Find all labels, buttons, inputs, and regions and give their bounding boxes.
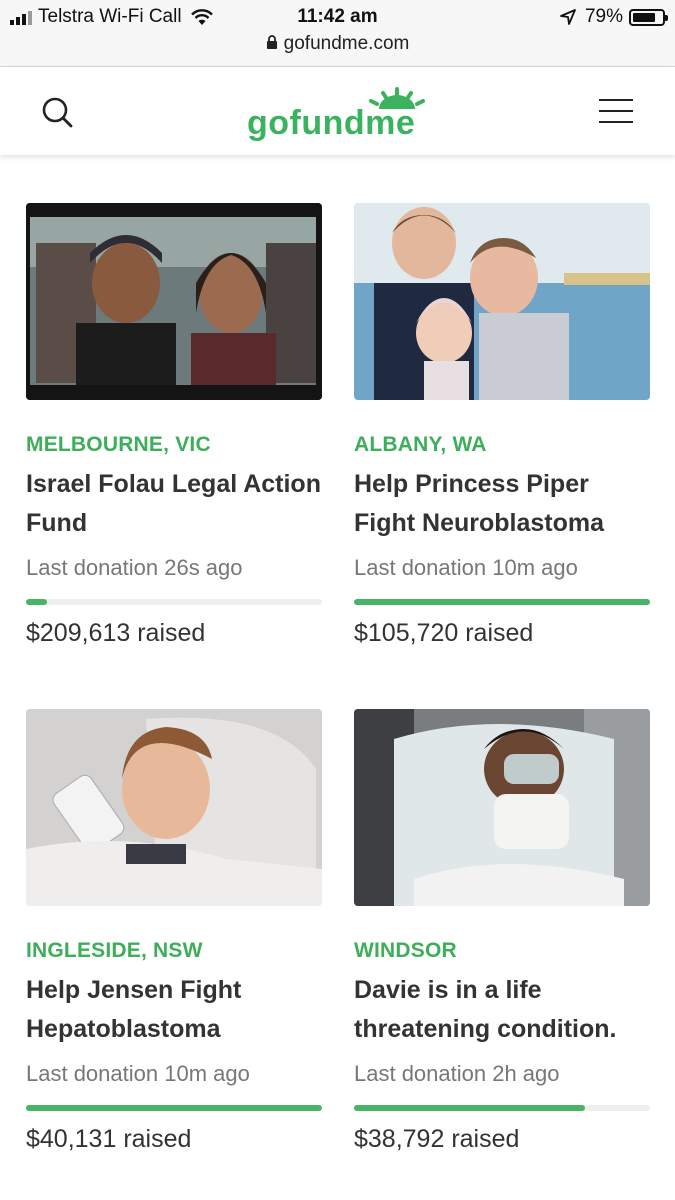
campaign-photo — [26, 203, 322, 400]
lock-icon — [266, 35, 277, 49]
battery-percent: 79% — [584, 6, 623, 27]
campaign-image[interactable] — [26, 203, 322, 400]
progress-bar — [354, 1105, 650, 1111]
last-donation: Last donation 10m ago — [354, 555, 578, 580]
logo-text: gofundme — [247, 104, 416, 142]
status-bar: Telstra Wi-Fi Call 11:42 am 79% gofundme… — [0, 0, 675, 67]
url-text: gofundme.com — [283, 33, 410, 54]
amount-raised: $209,613 raised — [26, 619, 206, 647]
progress-bar — [26, 599, 322, 605]
campaign-title[interactable]: Israel Folau Legal Action Fund — [26, 465, 322, 543]
campaign-photo — [354, 203, 650, 400]
amount-raised: $105,720 raised — [354, 619, 534, 647]
amount-raised: $38,792 raised — [354, 1125, 520, 1153]
campaign-location: ALBANY, WA — [354, 433, 487, 456]
campaign-image[interactable] — [354, 709, 650, 906]
search-icon — [42, 97, 73, 128]
amount-raised: $40,131 raised — [26, 1125, 192, 1153]
gofundme-logo[interactable]: gofundme — [247, 87, 437, 147]
campaign-image[interactable] — [26, 709, 322, 906]
location-arrow-icon — [560, 9, 576, 25]
campaign-card[interactable]: MELBOURNE, VIC Israel Folau Legal Action… — [26, 203, 322, 648]
campaign-card[interactable]: WINDSOR Davie is in a life threatening c… — [354, 709, 650, 1154]
last-donation: Last donation 26s ago — [26, 555, 243, 580]
last-donation: Last donation 10m ago — [26, 1061, 250, 1086]
campaign-photo — [26, 709, 322, 906]
campaign-title[interactable]: Help Princess Piper Fight Neuroblastoma — [354, 465, 650, 543]
menu-button[interactable] — [599, 99, 633, 125]
battery-icon — [629, 8, 668, 26]
progress-bar — [354, 599, 650, 605]
battery-area: 79% — [559, 6, 668, 28]
campaign-image[interactable] — [354, 203, 650, 400]
progress-bar — [26, 1105, 322, 1111]
last-donation: Last donation 2h ago — [354, 1061, 560, 1086]
campaign-card[interactable]: INGLESIDE, NSW Help Jensen Fight Hepatob… — [26, 709, 322, 1154]
campaign-location: WINDSOR — [354, 939, 457, 962]
address-bar[interactable]: gofundme.com — [0, 33, 675, 55]
campaign-title[interactable]: Help Jensen Fight Hepatoblastoma — [26, 971, 322, 1049]
campaign-title[interactable]: Davie is in a life threatening condition… — [354, 971, 650, 1049]
campaign-card[interactable]: ALBANY, WA Help Princess Piper Fight Neu… — [354, 203, 650, 648]
campaign-location: MELBOURNE, VIC — [26, 433, 211, 456]
site-header: gofundme — [0, 67, 675, 155]
campaign-location: INGLESIDE, NSW — [26, 939, 203, 962]
hamburger-menu-icon — [599, 99, 633, 101]
search-button[interactable] — [40, 95, 76, 131]
campaign-photo — [354, 709, 650, 906]
